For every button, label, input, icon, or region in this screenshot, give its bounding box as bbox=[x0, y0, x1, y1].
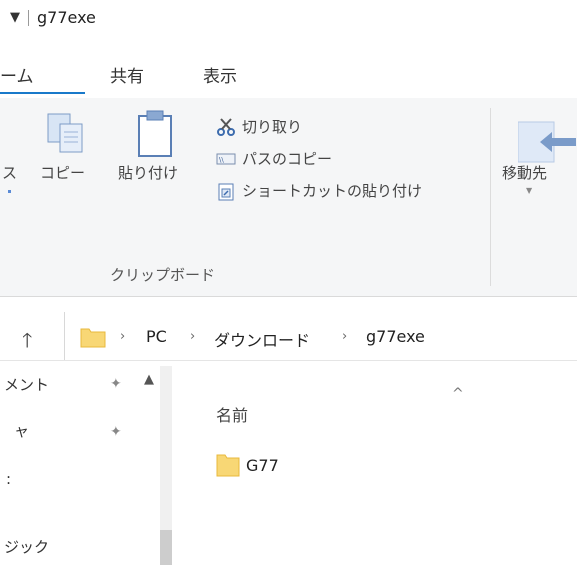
pin-icon: ✦ bbox=[110, 424, 122, 440]
list-item[interactable]: G77 bbox=[214, 452, 279, 478]
nav-item[interactable]: メント bbox=[4, 374, 49, 395]
breadcrumb-pc[interactable]: PC bbox=[146, 327, 167, 346]
crumb-chevron-icon[interactable]: › bbox=[342, 329, 347, 344]
address-folder-icon bbox=[80, 328, 106, 348]
folder-icon bbox=[216, 454, 240, 477]
cut-button[interactable]: 切り取り bbox=[216, 116, 302, 137]
nav-item[interactable]: ャ bbox=[14, 420, 29, 441]
tab-home[interactable]: ーム bbox=[0, 62, 34, 87]
copy-path-button[interactable]: \\ パスのコピー bbox=[216, 148, 332, 169]
tab-view[interactable]: 表示 bbox=[203, 62, 237, 87]
paste-icon bbox=[138, 110, 172, 157]
quick-access-arrow-icon[interactable]: ▼ bbox=[10, 10, 20, 25]
move-to-icon bbox=[518, 121, 576, 163]
copy-label: コピー bbox=[40, 164, 86, 182]
title-separator bbox=[28, 9, 29, 26]
crumb-chevron-icon[interactable]: › bbox=[120, 329, 125, 344]
partial-dropdown-dot bbox=[8, 190, 11, 193]
paste-label: 貼り付け bbox=[118, 164, 179, 182]
nav-item[interactable]: ジック bbox=[4, 536, 49, 557]
move-to-label: 移動先 bbox=[502, 164, 548, 182]
up-arrow-icon[interactable]: 🡑 bbox=[22, 326, 32, 360]
active-tab-indicator bbox=[0, 92, 85, 94]
address-left-border bbox=[64, 312, 65, 360]
tab-share[interactable]: 共有 bbox=[110, 62, 144, 87]
move-to-dropdown-icon: ▼ bbox=[526, 186, 533, 195]
breadcrumb-g77exe[interactable]: g77exe bbox=[366, 327, 425, 346]
paste-shortcut-button[interactable]: ショートカットの貼り付け bbox=[216, 180, 422, 201]
pin-icon: ✦ bbox=[110, 376, 122, 392]
copy-icon bbox=[47, 113, 83, 153]
ribbon-group-divider bbox=[490, 108, 491, 286]
nav-scrollbar-thumb[interactable] bbox=[160, 530, 172, 565]
scroll-up-icon[interactable]: ▲ bbox=[144, 372, 154, 387]
svg-text:\\: \\ bbox=[219, 156, 224, 164]
clipboard-group-label: クリップボード bbox=[110, 266, 216, 284]
file-name: G77 bbox=[246, 455, 279, 475]
window-title: g77exe bbox=[37, 8, 96, 27]
name-column-header[interactable]: 名前 bbox=[216, 402, 248, 426]
copy-path-label: パスのコピー bbox=[242, 150, 333, 168]
cut-icon bbox=[216, 117, 236, 137]
title-bar: ▼ g77exe bbox=[10, 8, 96, 27]
tab-view-label: 表示 bbox=[203, 67, 237, 87]
tab-home-label: ーム bbox=[0, 67, 34, 87]
paste-shortcut-label: ショートカットの貼り付け bbox=[242, 182, 423, 200]
move-to-button[interactable]: 移動先 ▼ bbox=[498, 112, 577, 202]
breadcrumb-downloads[interactable]: ダウンロード bbox=[214, 327, 310, 351]
paste-shortcut-icon bbox=[216, 181, 236, 201]
copy-path-icon: \\ bbox=[216, 149, 236, 169]
crumb-chevron-icon[interactable]: › bbox=[190, 329, 195, 344]
paste-button[interactable]: 貼り付け bbox=[112, 108, 192, 192]
sort-caret-icon: ^ bbox=[452, 386, 464, 402]
tab-share-label: 共有 bbox=[110, 67, 144, 87]
address-bar-row: 🡑 › PC › ダウンロード › g77exe bbox=[0, 312, 577, 361]
copy-button[interactable]: コピー bbox=[38, 112, 98, 192]
cut-label: 切り取り bbox=[242, 118, 303, 136]
ribbon-partial-label: ス bbox=[2, 164, 18, 182]
nav-item[interactable]: : bbox=[6, 470, 11, 488]
